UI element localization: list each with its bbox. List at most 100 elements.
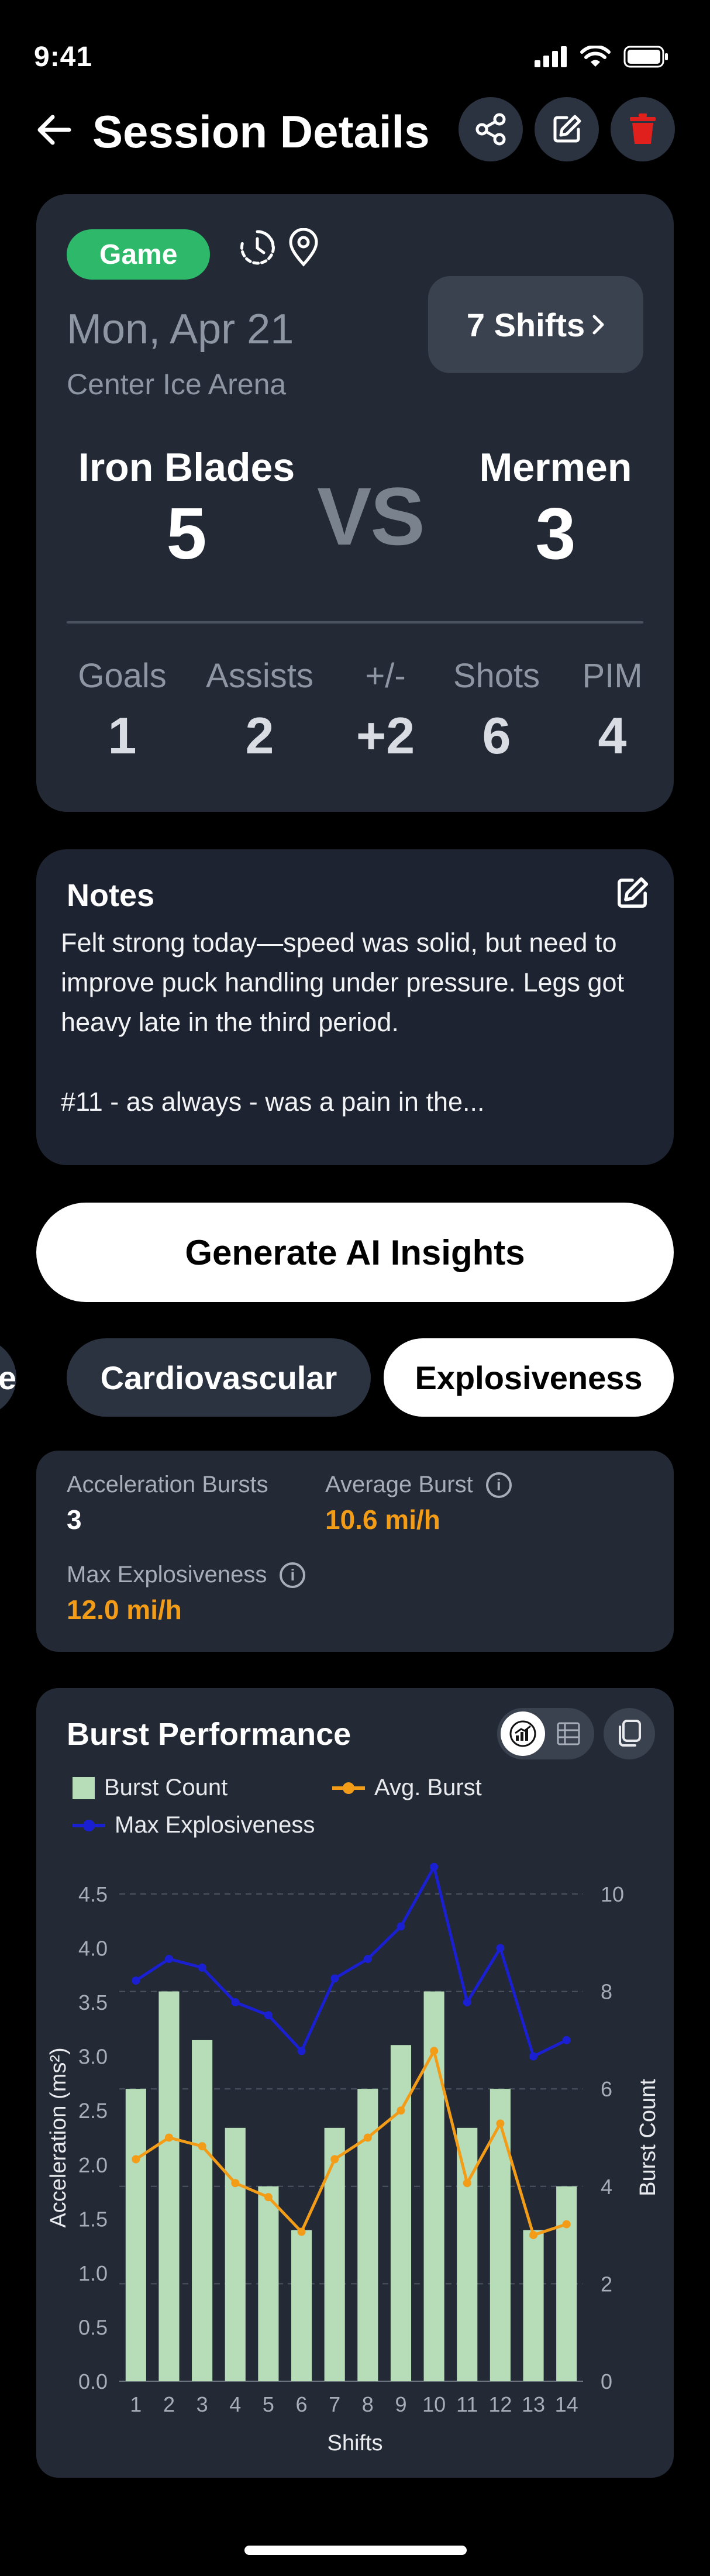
trash-icon <box>630 113 656 144</box>
edit-session-button[interactable] <box>535 97 599 161</box>
bar-burst-count <box>258 2186 279 2381</box>
point-avg-burst <box>231 2179 240 2188</box>
signal-icon <box>535 46 567 67</box>
shifts-button[interactable]: 7 Shifts <box>428 276 643 373</box>
point-max-explosiveness <box>562 2036 571 2044</box>
acceleration-bursts-metric: Acceleration Bursts 3 <box>67 1472 268 1535</box>
info-icon[interactable]: i <box>280 1562 306 1588</box>
stat-pim: PIM 4 <box>582 657 643 764</box>
y2-tick-label: 4 <box>601 2175 612 2199</box>
point-max-explosiveness <box>132 1976 140 1985</box>
point-avg-burst <box>297 2227 306 2236</box>
burst-performance-card: Burst Performance Burst Count Avg. Burst… <box>36 1688 674 2478</box>
y2-tick-label: 6 <box>601 2077 612 2101</box>
battery-icon <box>623 46 668 68</box>
stat-shots: Shots 6 <box>453 657 540 764</box>
share-icon <box>475 113 506 146</box>
home-team-name: Iron Blades <box>78 445 295 490</box>
line-max-explosiveness <box>135 1865 567 2058</box>
bar-burst-count <box>556 2186 577 2381</box>
app-frame: 9:41 Session Details Game Mon, Apr 21 Ce… <box>0 0 710 2576</box>
home-team: Iron Blades 5 <box>67 445 306 576</box>
location-pin-icon <box>289 228 318 267</box>
delete-session-button[interactable] <box>611 97 675 161</box>
y-tick-label: 1.0 <box>78 2261 108 2285</box>
point-max-explosiveness <box>363 1955 372 1964</box>
history-clock-icon <box>240 230 275 265</box>
point-avg-burst <box>363 2133 372 2142</box>
away-team-name: Mermen <box>479 445 632 490</box>
away-team-score: 3 <box>535 494 576 574</box>
y2-tick-label: 2 <box>601 2272 612 2296</box>
average-burst-value: 10.6 mi/h <box>325 1504 440 1535</box>
edit-notes-button[interactable] <box>614 875 650 914</box>
back-arrow-icon <box>37 115 71 145</box>
bar-burst-count <box>490 2089 511 2381</box>
point-avg-burst <box>132 2155 140 2164</box>
page-title: Session Details <box>92 106 430 157</box>
share-button[interactable] <box>459 97 523 161</box>
bar-burst-count <box>225 2127 246 2381</box>
point-avg-burst <box>463 2179 471 2188</box>
nav-bar: Session Details <box>0 94 710 164</box>
x-tick-label: 6 <box>296 2392 308 2416</box>
point-max-explosiveness <box>198 1963 206 1972</box>
y-tick-label: 3.0 <box>78 2045 108 2069</box>
bar-burst-count <box>158 1991 180 2381</box>
away-team: Mermen 3 <box>439 445 673 576</box>
average-burst-metric: Average Burst i 10.6 mi/h <box>325 1472 512 1535</box>
x-tick-label: 5 <box>263 2392 274 2416</box>
stat-assists: Assists 2 <box>206 657 313 764</box>
info-icon[interactable]: i <box>485 1472 512 1498</box>
point-max-explosiveness <box>330 1974 339 1983</box>
point-avg-burst <box>430 2047 439 2055</box>
back-button[interactable] <box>30 106 77 153</box>
generate-ai-insights-button[interactable]: Generate AI Insights <box>36 1203 674 1302</box>
y2-tick-label: 0 <box>601 2370 612 2394</box>
point-avg-burst <box>529 2231 538 2240</box>
tab-previous[interactable]: e <box>0 1338 16 1417</box>
x-tick-label: 2 <box>163 2392 175 2416</box>
tab-explosiveness[interactable]: Explosiveness <box>384 1338 674 1417</box>
point-max-explosiveness <box>529 2052 538 2061</box>
point-max-explosiveness <box>264 2011 273 2020</box>
bar-burst-count <box>125 2089 146 2381</box>
y-axis-label: Acceleration (ms²) <box>46 2047 71 2227</box>
tab-cardiovascular[interactable]: Cardiovascular <box>67 1338 371 1417</box>
chevron-right-icon <box>592 315 604 335</box>
x-tick-label: 4 <box>229 2392 241 2416</box>
x-tick-label: 8 <box>362 2392 374 2416</box>
point-avg-burst <box>198 2142 206 2151</box>
notes-card[interactable]: Notes Felt strong today—speed was solid,… <box>36 849 674 1165</box>
y-tick-label: 0.5 <box>78 2315 108 2339</box>
burst-performance-chart: 0.00.51.01.52.02.53.03.54.04.502468101 2 3… <box>46 1862 660 2456</box>
point-avg-burst <box>164 2133 173 2142</box>
x-tick-label: 7 <box>329 2392 340 2416</box>
wifi-icon <box>580 46 611 67</box>
point-max-explosiveness <box>231 1998 240 2007</box>
x-tick-label: 13 <box>522 2392 545 2416</box>
notes-title: Notes <box>67 878 155 913</box>
point-max-explosiveness <box>397 1922 405 1931</box>
edit-icon <box>553 115 581 143</box>
explosiveness-summary-card: Acceleration Bursts 3 Average Burst i 10… <box>36 1451 674 1652</box>
session-summary-card: Game Mon, Apr 21 Center Ice Arena 7 Shif… <box>36 194 674 812</box>
point-avg-burst <box>397 2106 405 2115</box>
bar-burst-count <box>324 2127 345 2381</box>
score-divider <box>67 621 643 624</box>
x-tick-label: 12 <box>488 2392 512 2416</box>
point-max-explosiveness <box>463 1998 471 2007</box>
point-max-explosiveness <box>164 1955 173 1964</box>
y-tick-label: 3.5 <box>78 1990 108 2014</box>
session-meta-icons <box>238 228 320 267</box>
session-date: Mon, Apr 21 <box>67 306 294 353</box>
y-tick-label: 4.0 <box>78 1937 108 1961</box>
y-tick-label: 4.5 <box>78 1882 108 1906</box>
bar-burst-count <box>457 2127 478 2381</box>
bar-burst-count <box>523 2230 544 2381</box>
y-tick-label: 1.5 <box>78 2207 108 2231</box>
session-location: Center Ice Arena <box>67 368 287 401</box>
bar-burst-count <box>291 2230 312 2381</box>
y-tick-label: 2.0 <box>78 2153 108 2177</box>
x-axis-label: Shifts <box>327 2431 382 2456</box>
